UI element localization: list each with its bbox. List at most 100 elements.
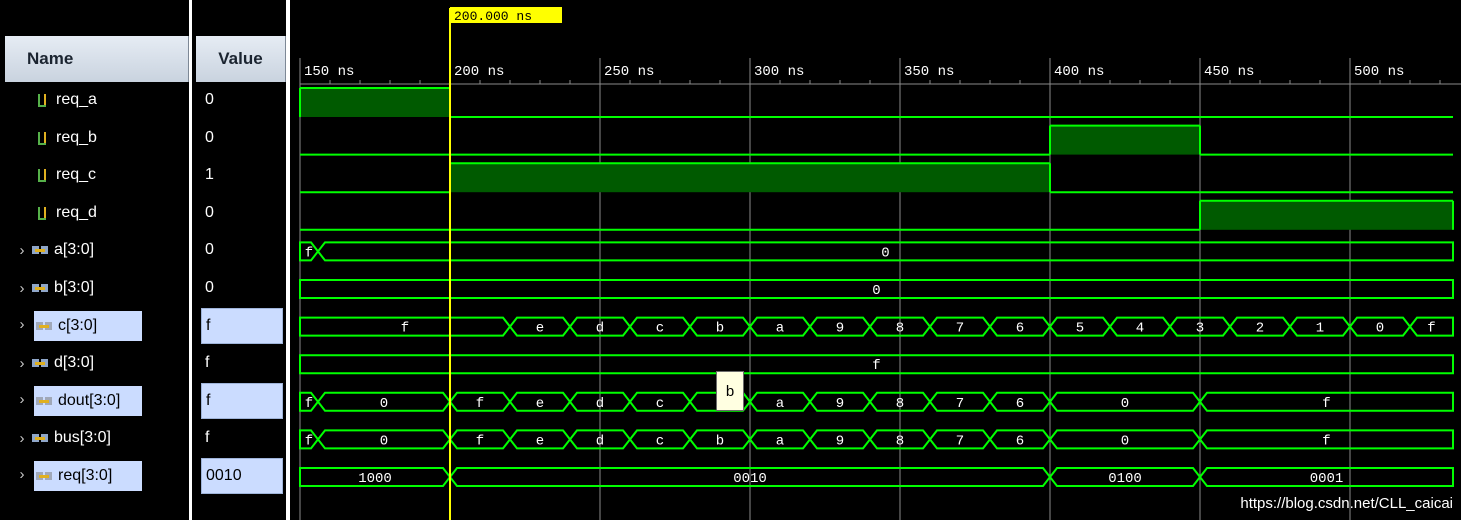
- signal-value-8[interactable]: f: [201, 382, 283, 419]
- bus-value-6-16: f: [1427, 321, 1435, 337]
- bus-value-4-0: f: [305, 245, 313, 261]
- tick-label-2: 250 ns: [604, 64, 654, 80]
- bus-value-6-2: d: [596, 321, 604, 337]
- tick-label-3: 300 ns: [754, 64, 804, 80]
- bit-high-fill-2-1: [450, 163, 1050, 193]
- bit-signal-icon: [36, 206, 50, 220]
- bus-value-8-1: 0: [380, 396, 388, 412]
- expand-chevron-icon[interactable]: ›: [14, 355, 30, 372]
- signal-value-7[interactable]: f: [201, 348, 283, 378]
- bus-value-5-0: 0: [872, 283, 880, 299]
- signal-label: req_a: [56, 91, 97, 108]
- signal-value-10[interactable]: 0010: [201, 458, 283, 494]
- signal-label: a[3:0]: [54, 241, 95, 259]
- signal-value-5[interactable]: 0: [201, 273, 283, 303]
- expand-chevron-icon[interactable]: ›: [14, 466, 30, 483]
- bus-signal-icon: [32, 244, 48, 256]
- bus-value-10-2: 0100: [1108, 471, 1142, 487]
- bus-value-6-7: 8: [896, 321, 904, 337]
- bus-signal-icon: [32, 357, 48, 369]
- bus-value-8-11: 6: [1016, 396, 1024, 412]
- bus-value-6-1: e: [536, 321, 544, 337]
- bus-value-8-10: 7: [956, 396, 964, 412]
- bus-value-9-4: d: [596, 433, 604, 449]
- signal-name-8[interactable]: dout[3:0]: [34, 385, 142, 416]
- bus-value-8-12: 0: [1121, 396, 1129, 412]
- watermark: https://blog.csdn.net/CLL_caicai: [1240, 495, 1453, 512]
- bus-value-9-7: a: [776, 433, 784, 449]
- bus-value-9-11: 6: [1016, 433, 1024, 449]
- bus-value-10-3: 0001: [1310, 471, 1344, 487]
- bus-value-9-9: 8: [896, 433, 904, 449]
- expand-chevron-icon[interactable]: ›: [14, 316, 30, 333]
- bus-value-9-6: b: [716, 433, 724, 449]
- bus-value-6-8: 7: [956, 321, 964, 337]
- expand-chevron-icon[interactable]: ›: [14, 430, 30, 447]
- bus-value-6-9: 6: [1016, 321, 1024, 337]
- bus-value-9-8: 9: [836, 433, 844, 449]
- signal-value-1[interactable]: 0: [201, 123, 283, 153]
- expand-chevron-icon[interactable]: ›: [14, 391, 30, 408]
- signal-value-6[interactable]: f: [201, 307, 283, 344]
- bus-value-6-15: 0: [1376, 321, 1384, 337]
- bit-high-fill-1-1: [1050, 125, 1200, 155]
- signal-name-1[interactable]: req_b: [14, 123, 184, 153]
- expand-chevron-icon[interactable]: ›: [14, 280, 30, 297]
- bus-value-10-0: 1000: [358, 471, 392, 487]
- expand-chevron-icon[interactable]: ›: [14, 242, 30, 259]
- signal-value-0[interactable]: 0: [201, 85, 283, 115]
- signal-name-7[interactable]: › d[3:0]: [14, 348, 184, 378]
- value-column-header[interactable]: Value: [196, 36, 286, 82]
- bus-signal-icon: [36, 395, 52, 407]
- bus-value-8-4: d: [596, 396, 604, 412]
- tick-label-4: 350 ns: [904, 64, 954, 80]
- signal-value-2[interactable]: 1: [201, 160, 283, 190]
- tick-label-6: 450 ns: [1204, 64, 1254, 80]
- bus-value-6-0: f: [401, 321, 409, 337]
- signal-name-0[interactable]: req_a: [14, 85, 184, 115]
- bus-value-6-3: c: [656, 321, 664, 337]
- bus-value-6-6: 9: [836, 321, 844, 337]
- bus-value-9-2: f: [476, 433, 484, 449]
- signal-label: d[3:0]: [54, 354, 95, 372]
- name-column-header[interactable]: Name: [5, 36, 189, 82]
- bus-value-4-1: 0: [881, 245, 889, 261]
- bus-value-7-0: f: [872, 358, 880, 374]
- signal-name-4[interactable]: › a[3:0]: [14, 235, 184, 265]
- bus-value-8-8: 9: [836, 396, 844, 412]
- tick-label-7: 500 ns: [1354, 64, 1404, 80]
- column-divider[interactable]: [189, 0, 192, 520]
- tick-label-5: 400 ns: [1054, 64, 1104, 80]
- bus-signal-icon: [32, 432, 48, 444]
- signal-label: dout[3:0]: [58, 391, 121, 409]
- signal-value-4[interactable]: 0: [201, 235, 283, 265]
- bus-value-6-14: 1: [1316, 321, 1324, 337]
- bus-value-8-5: c: [656, 396, 664, 412]
- waveform-canvas[interactable]: 150 ns 200 ns 250 ns 300 ns 350 ns 400 ns 450 …: [290, 0, 1461, 520]
- bit-high-fill-3-1: [1200, 200, 1453, 230]
- signal-name-9[interactable]: › bus[3:0]: [14, 423, 184, 453]
- signal-label: b[3:0]: [54, 279, 95, 296]
- bus-value-9-1: 0: [380, 433, 388, 449]
- bus-signal-icon: [32, 282, 48, 294]
- bit-signal-icon: [36, 168, 50, 183]
- bus-value-9-0: f: [305, 433, 313, 449]
- bus-value-8-7: a: [776, 396, 784, 412]
- bit-signal-icon: [36, 131, 50, 145]
- signal-value-9[interactable]: f: [201, 423, 283, 453]
- bus-value-8-0: f: [305, 396, 313, 412]
- signal-name-3[interactable]: req_d: [14, 198, 184, 228]
- signal-name-2[interactable]: req_c: [14, 160, 184, 190]
- signal-name-6[interactable]: c[3:0]: [34, 310, 142, 341]
- signal-label: req_d: [56, 203, 97, 221]
- cursor-label: 200.000 ns: [454, 9, 532, 24]
- bus-value-6-12: 3: [1196, 321, 1204, 337]
- bus-value-8-13: f: [1322, 396, 1330, 412]
- bus-value-8-9: 8: [896, 396, 904, 412]
- signal-label: req[3:0]: [58, 467, 113, 484]
- signal-value-3[interactable]: 0: [201, 198, 283, 228]
- signal-name-10[interactable]: req[3:0]: [34, 461, 142, 491]
- bus-value-6-11: 4: [1136, 321, 1144, 337]
- bus-value-9-3: e: [536, 433, 544, 449]
- signal-name-5[interactable]: › b[3:0]: [14, 273, 184, 303]
